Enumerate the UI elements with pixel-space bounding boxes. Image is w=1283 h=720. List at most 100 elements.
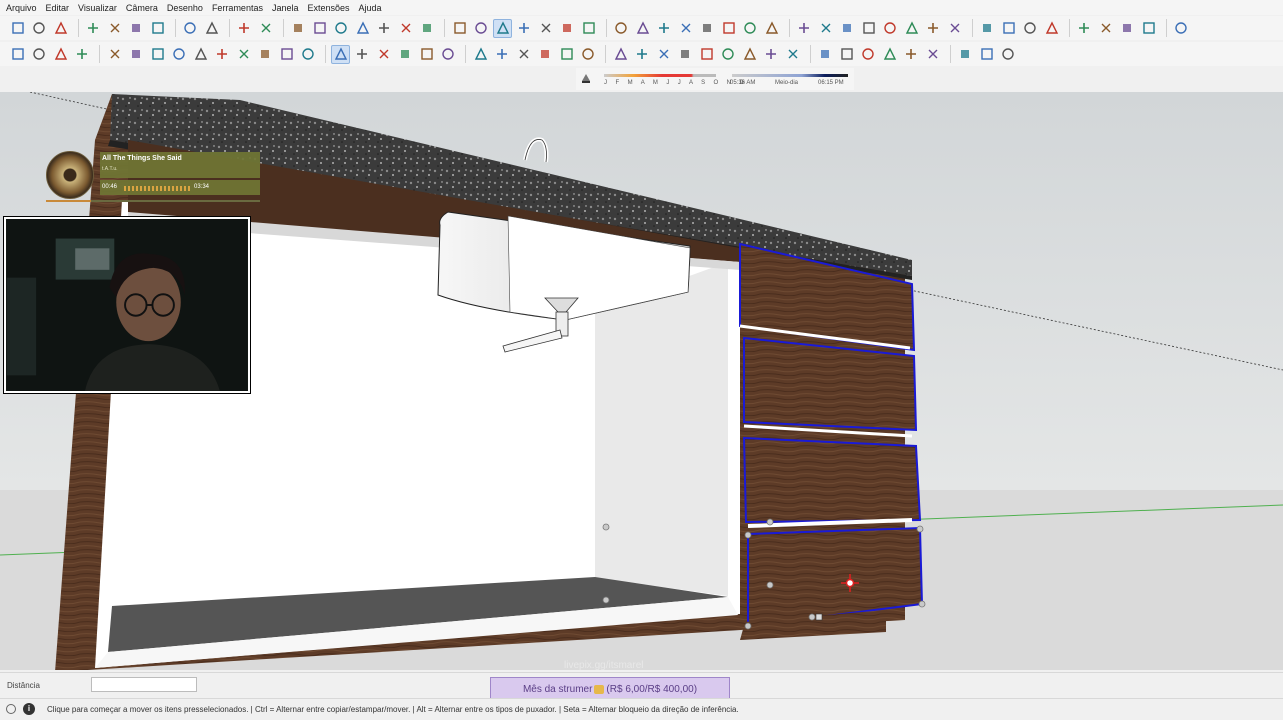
model-info-icon[interactable] — [256, 19, 275, 38]
paste-icon[interactable] — [127, 19, 146, 38]
menu-item-6[interactable]: Janela — [272, 3, 299, 13]
dimension-icon[interactable] — [493, 45, 512, 64]
bottom-view-icon[interactable] — [418, 19, 437, 38]
text-icon[interactable] — [536, 45, 555, 64]
hidden-line-icon[interactable] — [515, 19, 534, 38]
menu-item-1[interactable]: Editar — [46, 3, 70, 13]
offset-icon[interactable] — [439, 45, 458, 64]
zoom-window-icon[interactable] — [676, 45, 695, 64]
cut-icon[interactable] — [84, 19, 103, 38]
left-view-icon[interactable] — [396, 19, 415, 38]
info-icon[interactable]: i — [23, 703, 35, 715]
preview-icon[interactable] — [1021, 19, 1040, 38]
follow-me-icon[interactable] — [417, 45, 436, 64]
settings-icon[interactable] — [1075, 19, 1094, 38]
push-pull-icon[interactable] — [353, 45, 372, 64]
paint-bucket-icon[interactable] — [51, 45, 70, 64]
extension-warehouse-icon[interactable] — [741, 19, 760, 38]
front-view-icon[interactable] — [332, 19, 351, 38]
axes-icon[interactable] — [557, 45, 576, 64]
select-icon[interactable] — [8, 45, 27, 64]
solid-subtract-icon[interactable] — [880, 45, 899, 64]
rotated-rectangle-icon[interactable] — [170, 45, 189, 64]
component-icon[interactable] — [30, 45, 49, 64]
display-section-icon[interactable] — [633, 19, 652, 38]
outliner-icon[interactable] — [1096, 19, 1115, 38]
save-icon[interactable] — [51, 19, 70, 38]
orbit-icon[interactable] — [611, 45, 630, 64]
two-point-arc-icon[interactable] — [256, 45, 275, 64]
shadows-icon[interactable] — [924, 19, 943, 38]
time-slider[interactable] — [732, 74, 848, 77]
month-slider[interactable] — [604, 74, 716, 77]
polygon-icon[interactable] — [213, 45, 232, 64]
top-view-icon[interactable] — [310, 19, 329, 38]
pie-icon[interactable] — [299, 45, 318, 64]
zoom-icon[interactable] — [654, 45, 673, 64]
geolocation-icon[interactable] — [6, 704, 16, 714]
menu-item-0[interactable]: Arquivo — [6, 3, 37, 13]
section-fill-icon[interactable] — [676, 19, 695, 38]
menu-item-8[interactable]: Ajuda — [359, 3, 382, 13]
previous-view-icon[interactable] — [719, 45, 738, 64]
wireframe-icon[interactable] — [493, 18, 512, 38]
open-file-icon[interactable] — [30, 19, 49, 38]
protractor-icon[interactable] — [514, 45, 533, 64]
stamp-icon[interactable] — [999, 45, 1018, 64]
styles-icon[interactable] — [859, 19, 878, 38]
account-icon[interactable] — [1172, 19, 1191, 38]
shaded-icon[interactable] — [536, 19, 555, 38]
position-camera-icon[interactable] — [740, 45, 759, 64]
print-icon[interactable] — [235, 19, 254, 38]
entity-info-icon[interactable] — [816, 19, 835, 38]
3d-text-icon[interactable] — [579, 45, 598, 64]
tags-icon[interactable] — [881, 19, 900, 38]
eraser-icon[interactable] — [73, 45, 92, 64]
menu-item-7[interactable]: Extensões — [308, 3, 350, 13]
tape-measure-icon[interactable] — [471, 45, 490, 64]
model-info-2-icon[interactable] — [795, 19, 814, 38]
rotate-icon[interactable] — [374, 45, 393, 64]
layout-icon[interactable] — [762, 19, 781, 38]
solid-intersect-icon[interactable] — [837, 45, 856, 64]
measurement-input[interactable] — [91, 677, 197, 692]
scenes-icon[interactable] — [902, 19, 921, 38]
xray-icon[interactable] — [450, 19, 469, 38]
shaded-textures-icon[interactable] — [558, 19, 577, 38]
circle-icon[interactable] — [191, 45, 210, 64]
sandbox-icon[interactable] — [956, 45, 975, 64]
shadow-toggle-icon[interactable] — [580, 72, 592, 84]
solid-split-icon[interactable] — [923, 45, 942, 64]
arc-icon[interactable] — [234, 45, 253, 64]
undo-icon[interactable] — [181, 19, 200, 38]
materials-icon[interactable] — [838, 19, 857, 38]
copy-icon[interactable] — [105, 19, 124, 38]
solid-union-icon[interactable] — [859, 45, 878, 64]
menu-item-5[interactable]: Ferramentas — [212, 3, 263, 13]
iso-view-icon[interactable] — [289, 19, 308, 38]
fog-icon[interactable] — [945, 19, 964, 38]
back-view-icon[interactable] — [375, 19, 394, 38]
erase-icon[interactable] — [148, 19, 167, 38]
info-icon[interactable] — [1118, 19, 1137, 38]
rectangle-icon[interactable] — [148, 45, 167, 64]
move-icon[interactable] — [331, 44, 350, 64]
pan-icon[interactable] — [633, 45, 652, 64]
redo-icon[interactable] — [202, 19, 221, 38]
cloud-icon[interactable] — [1042, 19, 1061, 38]
zoom-extents-icon[interactable] — [697, 45, 716, 64]
components-icon[interactable] — [698, 19, 717, 38]
look-around-icon[interactable] — [762, 45, 781, 64]
display-cuts-icon[interactable] — [655, 19, 674, 38]
menu-item-2[interactable]: Visualizar — [78, 3, 117, 13]
warehouse-icon[interactable] — [719, 19, 738, 38]
solid-trim-icon[interactable] — [902, 45, 921, 64]
smoove-icon[interactable] — [977, 45, 996, 64]
walk-icon[interactable] — [783, 45, 802, 64]
menu-item-4[interactable]: Desenho — [167, 3, 203, 13]
scale-icon[interactable] — [396, 45, 415, 64]
add-location-icon[interactable] — [978, 19, 997, 38]
cart-icon[interactable] — [1139, 19, 1158, 38]
back-edges-icon[interactable] — [472, 19, 491, 38]
solid-outer-icon[interactable] — [816, 45, 835, 64]
